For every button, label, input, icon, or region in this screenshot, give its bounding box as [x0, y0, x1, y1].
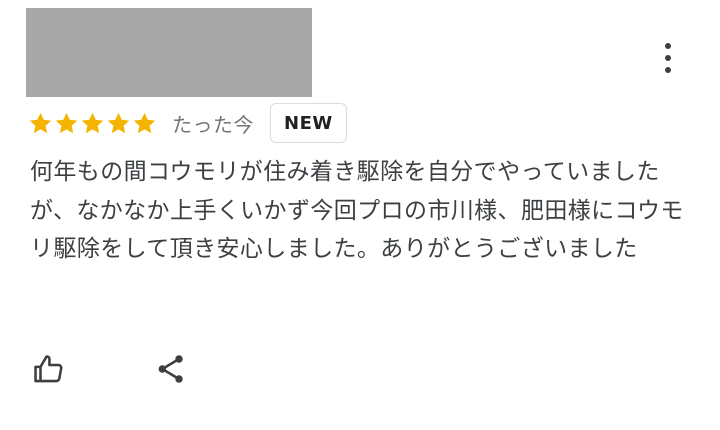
share-button[interactable]	[152, 350, 190, 388]
like-button[interactable]	[30, 350, 68, 388]
review-actions	[30, 350, 190, 388]
thumbs-up-icon	[34, 355, 63, 383]
review-meta-row: たった今 NEW	[28, 102, 347, 144]
review-body-text: 何年もの間コウモリが住み着き駆除を自分でやっていましたが、なかなか上手くいかず今…	[30, 159, 684, 262]
share-icon	[158, 355, 183, 383]
star-icon	[81, 112, 104, 133]
review-timestamp: たった今	[172, 112, 254, 137]
more-options-button[interactable]	[650, 36, 686, 80]
star-icon	[133, 112, 156, 133]
more-vertical-icon-dot	[665, 43, 671, 49]
star-icon	[29, 112, 52, 133]
star-icon	[107, 112, 130, 133]
star-icon	[55, 112, 78, 133]
more-vertical-icon-dot	[665, 67, 671, 73]
reviewer-name-redacted	[26, 8, 312, 97]
more-vertical-icon-dot	[665, 55, 671, 61]
new-badge: NEW	[270, 103, 347, 143]
star-rating	[28, 111, 157, 136]
